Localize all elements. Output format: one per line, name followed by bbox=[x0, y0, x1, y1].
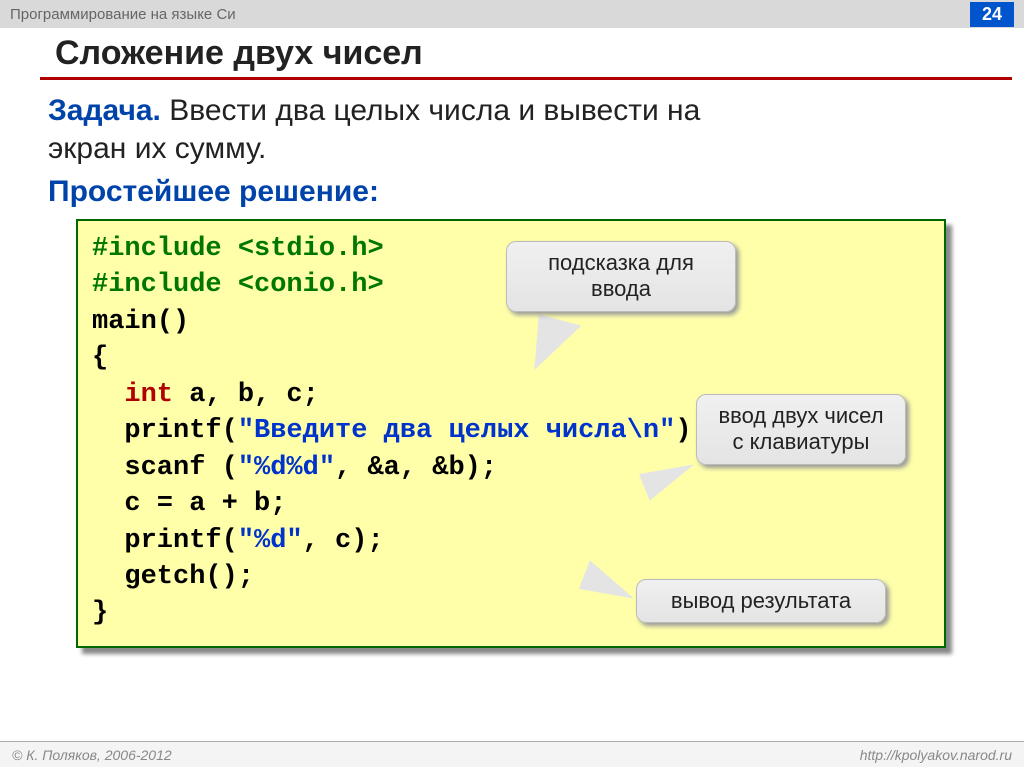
code-scanf-b: , &a, &b); bbox=[335, 453, 497, 483]
code-brace-close: } bbox=[92, 598, 108, 628]
code-printf1-str: "Введите два целых числа\n" bbox=[238, 416, 675, 446]
code-printf2a: printf( bbox=[92, 526, 238, 556]
content: Задача. Ввести два целых числа и вывести… bbox=[0, 80, 1024, 648]
code-scanf-str: "%d%d" bbox=[238, 453, 335, 483]
code-assign: c = a + b; bbox=[92, 489, 286, 519]
code-main: main() bbox=[92, 307, 189, 337]
code-getch: getch(); bbox=[92, 562, 254, 592]
slide-title: Сложение двух чисел bbox=[0, 28, 1024, 77]
task-label: Задача. bbox=[48, 94, 161, 127]
code-printf2b: , c); bbox=[303, 526, 384, 556]
copyright: © К. Поляков, 2006-2012 bbox=[12, 747, 172, 763]
page-number: 24 bbox=[970, 2, 1014, 27]
code-printf1a: printf( bbox=[92, 416, 238, 446]
code-include1: #include <stdio.h> bbox=[92, 234, 384, 264]
callout-hint: подсказка для ввода bbox=[506, 241, 736, 312]
code-int-vars: a, b, c; bbox=[173, 380, 319, 410]
task-line2: экран их сумму. bbox=[48, 132, 266, 165]
footer: © К. Поляков, 2006-2012 http://kpolyakov… bbox=[0, 741, 1024, 767]
header-bar: Программирование на языке Си 24 bbox=[0, 0, 1024, 28]
code-container: #include <stdio.h> #include <conio.h> ma… bbox=[76, 219, 946, 648]
task-text: Задача. Ввести два целых числа и вывести… bbox=[48, 92, 984, 167]
solution-label: Простейшее решение: bbox=[48, 175, 984, 209]
code-scanf-a: scanf ( bbox=[92, 453, 238, 483]
code-int-kw: int bbox=[92, 380, 173, 410]
code-include2: #include <conio.h> bbox=[92, 270, 384, 300]
callout-input: ввод двух чисел с клавиатуры bbox=[696, 394, 906, 465]
task-line1: Ввести два целых числа и вывести на bbox=[161, 94, 700, 127]
code-printf2-str: "%d" bbox=[238, 526, 303, 556]
code-brace-open: { bbox=[92, 343, 108, 373]
callout-output: вывод результата bbox=[636, 579, 886, 623]
footer-url: http://kpolyakov.narod.ru bbox=[860, 747, 1012, 763]
course-title: Программирование на языке Си bbox=[10, 6, 236, 23]
